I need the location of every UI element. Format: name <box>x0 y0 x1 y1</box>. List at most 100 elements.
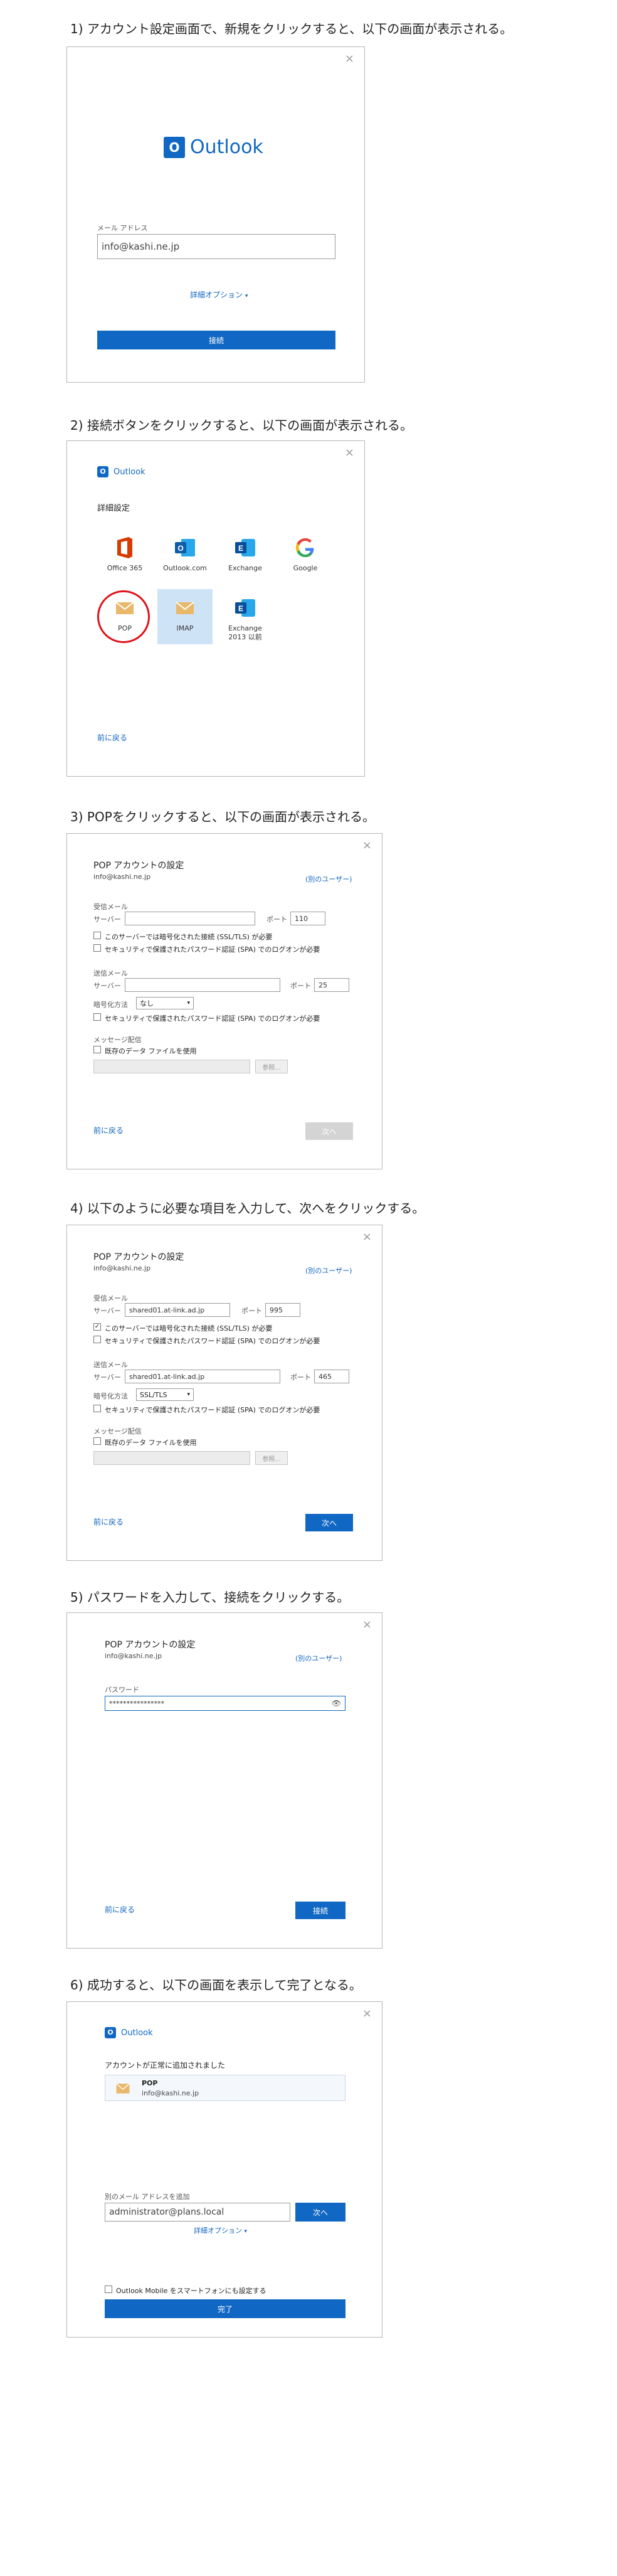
account-added-dialog: × O Outlook アカウントが正常に追加されました POP info@ka… <box>66 2001 382 2338</box>
back-link[interactable]: 前に戻る <box>93 1516 124 1527</box>
back-link[interactable]: 前に戻る <box>97 732 127 743</box>
svg-text:E: E <box>238 544 243 553</box>
step-1-title: 1) アカウント設定画面で、新規をクリックすると、以下の画面が表示される。 <box>70 21 513 36</box>
incoming-server-input[interactable]: shared01.at-link.ad.jp <box>125 1303 230 1317</box>
spa-out-checkbox-label: セキュリティで保護されたパスワード認証 (SPA) でのログオンが必要 <box>105 1406 320 1414</box>
back-link[interactable]: 前に戻る <box>105 1904 135 1915</box>
mobile-setup-label: Outlook Mobile をスマートフォンにも設定する <box>116 2287 266 2295</box>
message-delivery-label: メッセージ配信 <box>93 1036 142 1044</box>
tile-label: Office 365 <box>107 564 143 572</box>
ssl-checkbox-checked[interactable]: ✓ <box>93 1323 101 1331</box>
data-file-path-input <box>93 1060 250 1073</box>
existing-file-label: 既存のデータ ファイルを使用 <box>105 1439 197 1447</box>
outgoing-server-input[interactable] <box>125 978 280 992</box>
dialog-title: POP アカウントの設定 <box>93 1252 184 1262</box>
step-2-title: 2) 接続ボタンをクリックすると、以下の画面が表示される。 <box>70 418 413 433</box>
outgoing-port-input[interactable]: 25 <box>314 978 349 992</box>
outlook-brand-text: Outlook <box>121 2028 153 2038</box>
chevron-down-icon: ▾ <box>187 1000 190 1006</box>
encryption-select[interactable]: なし ▾ <box>136 997 194 1009</box>
port-label: ポート <box>241 1307 262 1315</box>
chevron-down-icon: ▾ <box>245 293 248 299</box>
ssl-checkbox-label: このサーバーでは暗号化された接続 (SSL/TLS) が必要 <box>105 933 273 941</box>
spa-out-checkbox-label: セキュリティで保護されたパスワード認証 (SPA) でのログオンが必要 <box>105 1014 320 1023</box>
office-365-icon <box>117 537 132 558</box>
email-label: メール アドレス <box>97 224 148 232</box>
step-4-title: 4) 以下のように必要な項目を入力して、次へをクリックする。 <box>70 1201 425 1216</box>
envelope-icon <box>116 2083 130 2094</box>
advanced-options-link[interactable]: 詳細オプション ▾ <box>190 289 248 300</box>
next-button[interactable]: 次へ <box>305 1514 353 1531</box>
server-label: サーバー <box>93 1307 121 1315</box>
other-user-link[interactable]: (別のユーザー) <box>305 1265 352 1275</box>
ssl-checkbox[interactable] <box>93 932 101 939</box>
advanced-options-label: 詳細オプション <box>190 290 243 299</box>
outgoing-mail-label: 送信メール <box>93 1361 128 1369</box>
tile-imap[interactable]: IMAP <box>157 589 213 644</box>
account-type: POP <box>142 2079 158 2087</box>
close-icon[interactable]: × <box>362 840 372 851</box>
existing-file-checkbox[interactable] <box>93 1046 101 1053</box>
outlook-com-icon: O <box>175 539 195 556</box>
connect-button[interactable]: 接続 <box>97 331 335 349</box>
other-user-link[interactable]: (別のユーザー) <box>295 1653 342 1663</box>
next-button[interactable]: 次へ <box>295 2203 345 2222</box>
advanced-setup-dialog: × O Outlook 詳細設定 Office 365 O Outlook.co… <box>66 440 365 777</box>
tile-outlook-com[interactable]: O Outlook.com <box>157 529 213 584</box>
spa-out-checkbox[interactable] <box>93 1405 101 1412</box>
add-email-field[interactable]: administrator@plans.local <box>105 2203 290 2222</box>
dialog-title: POP アカウントの設定 <box>105 1640 196 1650</box>
close-icon[interactable]: × <box>362 2008 372 2020</box>
port-label: ポート <box>266 915 287 923</box>
envelope-icon <box>176 602 194 614</box>
outgoing-port-input[interactable]: 465 <box>314 1370 349 1383</box>
existing-file-checkbox[interactable] <box>93 1437 101 1445</box>
other-user-link[interactable]: (別のユーザー) <box>305 874 352 884</box>
account-email: info@kashi.ne.jp <box>105 1652 162 1660</box>
password-input[interactable]: **************** 👁 <box>105 1696 345 1711</box>
account-email: info@kashi.ne.jp <box>93 873 151 881</box>
encryption-select-value: なし <box>140 999 154 1008</box>
close-icon[interactable]: × <box>362 1232 372 1243</box>
tile-google[interactable]: Google <box>278 529 333 584</box>
encryption-label: 暗号化方法 <box>93 1392 128 1400</box>
reveal-password-icon[interactable]: 👁 <box>332 1699 341 1708</box>
svg-text:O: O <box>177 544 183 553</box>
spa-out-checkbox[interactable] <box>93 1013 101 1021</box>
next-button-disabled: 次へ <box>305 1122 353 1140</box>
incoming-port-input[interactable]: 995 <box>265 1303 300 1317</box>
advanced-options-label: 詳細オプション <box>194 2227 242 2235</box>
mobile-setup-checkbox[interactable] <box>105 2286 112 2293</box>
tile-exchange-2013[interactable]: E Exchange 2013 以前 <box>218 589 273 644</box>
back-link[interactable]: 前に戻る <box>93 1125 124 1136</box>
spa-checkbox-label: セキュリティで保護されたパスワード認証 (SPA) でのログオンが必要 <box>105 1337 320 1345</box>
added-account-card: POP info@kashi.ne.jp <box>105 2075 345 2101</box>
outlook-brand-text: Outlook <box>113 467 145 477</box>
tile-exchange[interactable]: E Exchange <box>218 529 273 584</box>
tile-label: IMAP <box>176 624 194 632</box>
encryption-select[interactable]: SSL/TLS ▾ <box>136 1388 194 1401</box>
spa-checkbox-label: セキュリティで保護されたパスワード認証 (SPA) でのログオンが必要 <box>105 945 320 954</box>
outlook-brand-text: Outlook <box>190 136 263 158</box>
outgoing-mail-label: 送信メール <box>93 969 128 977</box>
tile-label: Google <box>293 564 318 572</box>
tile-label: Exchange 2013 以前 <box>228 624 262 641</box>
connect-button[interactable]: 接続 <box>295 1902 345 1919</box>
close-icon[interactable]: × <box>345 53 354 65</box>
done-button[interactable]: 完了 <box>105 2299 345 2318</box>
add-another-label: 別のメール アドレスを追加 <box>105 2193 190 2201</box>
close-icon[interactable]: × <box>362 1619 372 1631</box>
incoming-port-input[interactable]: 110 <box>290 912 325 925</box>
tile-office-365[interactable]: Office 365 <box>97 529 152 584</box>
incoming-server-input[interactable] <box>125 912 255 925</box>
advanced-options-link[interactable]: 詳細オプション ▾ <box>194 2225 247 2235</box>
spa-checkbox[interactable] <box>93 1336 101 1343</box>
email-field[interactable]: info@kashi.ne.jp <box>97 234 335 259</box>
close-icon[interactable]: × <box>345 447 354 459</box>
encryption-label: 暗号化方法 <box>93 1001 128 1009</box>
outgoing-server-input[interactable]: shared01.at-link.ad.jp <box>125 1370 280 1383</box>
spa-checkbox[interactable] <box>93 944 101 952</box>
server-label: サーバー <box>93 982 121 990</box>
exchange-icon: E <box>235 599 255 617</box>
server-label: サーバー <box>93 1373 121 1381</box>
